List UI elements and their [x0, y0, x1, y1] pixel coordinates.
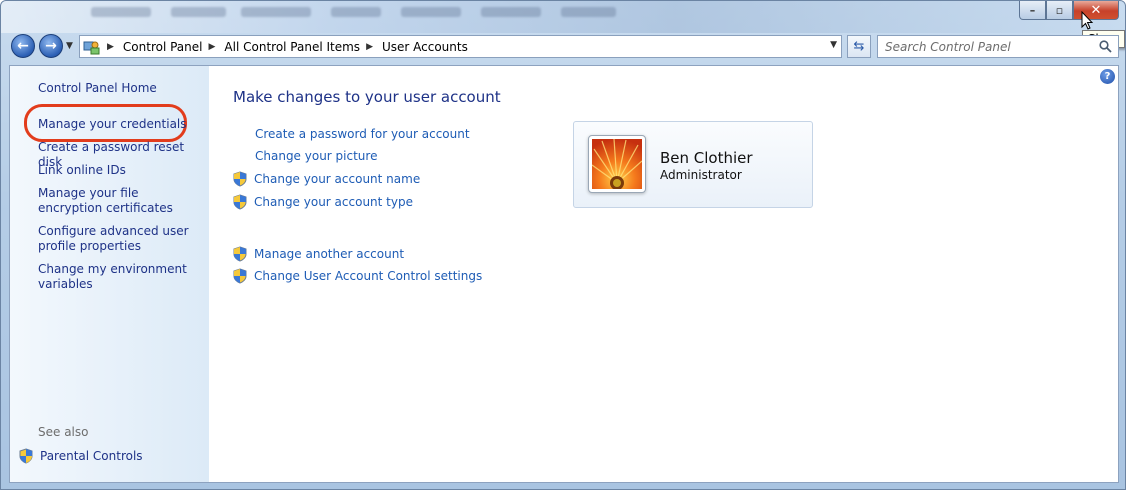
- parental-controls-label[interactable]: Parental Controls: [40, 449, 143, 464]
- arrow-left-icon: ←: [17, 38, 29, 54]
- task-create-password[interactable]: Create a password for your account: [232, 127, 470, 141]
- refresh-button[interactable]: ⇆: [847, 35, 871, 58]
- navigation-bar: ← → ▼ ▶ Control Panel ▶ All Control Pane…: [9, 34, 1119, 60]
- task-change-account-name-label[interactable]: Change your account name: [254, 172, 420, 186]
- background-blur: [91, 7, 151, 17]
- background-blur: [331, 7, 381, 17]
- forward-button[interactable]: →: [39, 34, 63, 58]
- search-input[interactable]: Search Control Panel: [877, 35, 1119, 58]
- see-also-heading: See also: [38, 425, 89, 439]
- sidebar-item-link-online-ids[interactable]: Link online IDs: [38, 163, 203, 178]
- task-change-picture[interactable]: Change your picture: [232, 149, 377, 163]
- chevron-down-icon[interactable]: ▼: [830, 40, 837, 50]
- refresh-icon: ⇆: [853, 39, 865, 54]
- user-name: Ben Clothier: [660, 149, 753, 167]
- breadcrumb-separator-icon[interactable]: ▶: [366, 42, 373, 52]
- task-manage-another-account[interactable]: Manage another account: [232, 246, 404, 262]
- minimize-button[interactable]: –: [1019, 1, 1046, 20]
- uac-shield-icon: [233, 246, 247, 262]
- avatar: [588, 135, 646, 193]
- uac-shield-icon: [233, 194, 247, 210]
- sidebar-item-control-panel-home[interactable]: Control Panel Home: [38, 81, 203, 96]
- mouse-cursor-icon: [1081, 11, 1094, 30]
- background-blur: [171, 7, 226, 17]
- search-icon[interactable]: [1099, 40, 1112, 53]
- background-blur: [561, 7, 616, 17]
- task-uac-settings[interactable]: Change User Account Control settings: [232, 268, 482, 284]
- breadcrumb-all-items[interactable]: All Control Panel Items: [224, 40, 360, 54]
- flower-avatar-icon: [591, 138, 643, 190]
- close-button[interactable]: ✕: [1073, 1, 1119, 20]
- background-blur: [401, 7, 461, 17]
- page-title: Make changes to your user account: [233, 88, 501, 106]
- task-change-account-type[interactable]: Change your account type: [232, 194, 413, 210]
- task-change-account-name[interactable]: Change your account name: [232, 171, 420, 187]
- recent-pages-dropdown-icon[interactable]: ▼: [66, 41, 73, 51]
- user-role: Administrator: [660, 168, 742, 182]
- user-account-card: Ben Clothier Administrator: [573, 121, 813, 208]
- maximize-button[interactable]: ▫: [1046, 1, 1073, 20]
- breadcrumb-separator-icon[interactable]: ▶: [107, 42, 114, 52]
- arrow-right-icon: →: [45, 38, 57, 54]
- background-blur: [241, 7, 311, 17]
- sidebar-item-advanced-profile[interactable]: Configure advanced user profile properti…: [38, 224, 203, 254]
- address-bar[interactable]: ▶ Control Panel ▶ All Control Panel Item…: [79, 35, 842, 58]
- title-bar[interactable]: [1, 1, 1125, 33]
- control-panel-icon: [83, 41, 100, 54]
- task-create-password-label[interactable]: Create a password for your account: [255, 127, 470, 141]
- search-placeholder: Search Control Panel: [885, 39, 1011, 54]
- uac-shield-icon: [233, 268, 247, 284]
- see-also-parental-controls[interactable]: Parental Controls: [18, 448, 143, 464]
- background-blur: [481, 7, 541, 17]
- breadcrumb-user-accounts[interactable]: User Accounts: [382, 40, 468, 54]
- sidebar-item-manage-credentials[interactable]: Manage your credentials: [38, 117, 203, 132]
- help-icon[interactable]: ?: [1100, 69, 1115, 84]
- sidebar-item-environment-variables[interactable]: Change my environment variables: [38, 262, 203, 292]
- task-change-account-type-label[interactable]: Change your account type: [254, 195, 413, 209]
- task-change-picture-label[interactable]: Change your picture: [255, 149, 377, 163]
- back-button[interactable]: ←: [11, 34, 35, 58]
- breadcrumb-control-panel[interactable]: Control Panel: [123, 40, 203, 54]
- breadcrumb-separator-icon[interactable]: ▶: [209, 42, 216, 52]
- uac-shield-icon: [233, 171, 247, 187]
- uac-shield-icon: [19, 448, 33, 464]
- sidebar: Control Panel Home Manage your credentia…: [10, 66, 209, 482]
- content-area: Control Panel Home Manage your credentia…: [9, 65, 1119, 483]
- control-panel-window: – ▫ ✕ Close ← → ▼ ▶ Control Panel ▶ All …: [0, 0, 1126, 490]
- caption-buttons: – ▫ ✕: [1019, 1, 1119, 20]
- sidebar-item-file-encryption[interactable]: Manage your file encryption certificates: [38, 186, 203, 216]
- task-uac-settings-label[interactable]: Change User Account Control settings: [254, 269, 482, 283]
- task-manage-another-account-label[interactable]: Manage another account: [254, 247, 404, 261]
